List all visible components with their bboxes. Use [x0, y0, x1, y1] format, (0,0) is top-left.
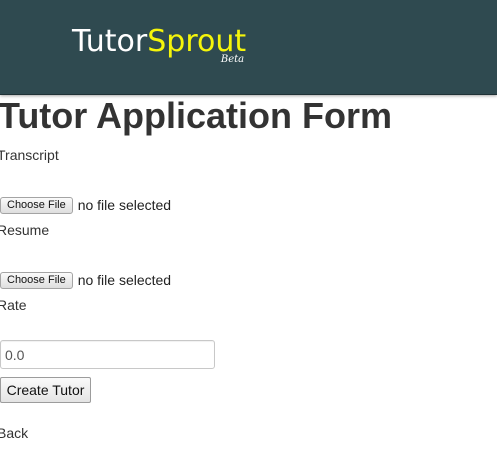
- rate-label: Rate: [0, 297, 27, 313]
- transcript-file-status: no file selected: [77, 197, 172, 213]
- transcript-file-input: Choose File no file selected: [0, 195, 171, 215]
- transcript-label: Transcript: [0, 147, 59, 163]
- resume-label: Resume: [0, 222, 50, 238]
- brand-logo-link[interactable]: TutorSprout Beta: [72, 22, 246, 70]
- brand-name-tutor: Tutor: [72, 24, 148, 59]
- transcript-choose-file-button[interactable]: Choose File: [0, 196, 73, 214]
- brand-beta-tag: Beta: [220, 54, 245, 65]
- rate-input[interactable]: [0, 340, 215, 369]
- back-link[interactable]: Back: [0, 424, 28, 442]
- resume-choose-file-button[interactable]: Choose File: [0, 271, 73, 289]
- navbar: TutorSprout Beta: [0, 0, 497, 95]
- resume-file-input: Choose File no file selected: [0, 270, 171, 290]
- resume-file-status: no file selected: [77, 272, 172, 288]
- create-tutor-button[interactable]: Create Tutor: [0, 377, 91, 403]
- page-title: Tutor Application Form: [0, 95, 392, 136]
